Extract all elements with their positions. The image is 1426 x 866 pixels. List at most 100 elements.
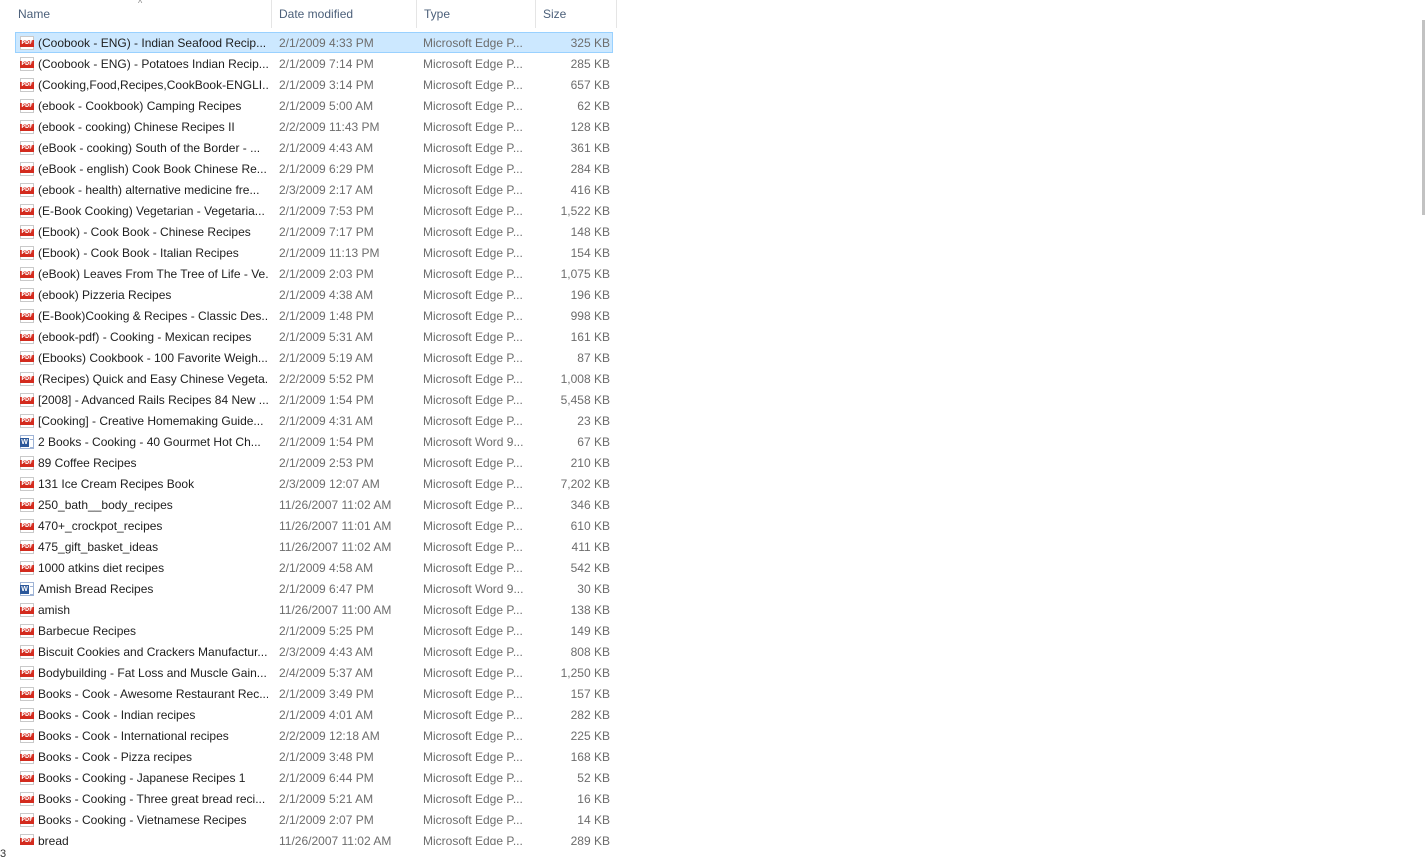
- file-name: (eBook) Leaves From The Tree of Life - V…: [38, 267, 268, 281]
- file-type: Microsoft Edge P...: [423, 393, 523, 407]
- file-name: Books - Cooking - Japanese Recipes 1: [38, 771, 246, 785]
- file-type: Microsoft Word 9...: [423, 435, 524, 449]
- file-name: Books - Cooking - Vietnamese Recipes: [38, 813, 247, 827]
- file-row[interactable]: PDF (eBook - english) Cook Book Chinese R…: [15, 158, 613, 179]
- file-size: 411 KB: [571, 540, 610, 554]
- file-type: Microsoft Edge P...: [423, 645, 523, 659]
- file-row[interactable]: PDF 1000 atkins diet recipes 2/1/2009 4:58…: [15, 557, 613, 578]
- file-date-modified: 2/1/2009 5:25 PM: [279, 624, 374, 638]
- file-row[interactable]: PDF (Coobook - ENG) - Indian Seafood Reci…: [15, 32, 613, 53]
- file-row[interactable]: PDF Books - Cooking - Three great bread r…: [15, 788, 613, 809]
- file-row[interactable]: PDF Barbecue Recipes 2/1/2009 5:25 PM Micro…: [15, 620, 613, 641]
- file-row[interactable]: PDF (Ebooks) Cookbook - 100 Favorite Weig…: [15, 347, 613, 368]
- file-name: 250_bath__body_recipes: [38, 498, 173, 512]
- pdf-icon: PDF: [20, 351, 34, 365]
- file-date-modified: 2/1/2009 7:17 PM: [279, 225, 374, 239]
- file-row[interactable]: PDF (ebook - health) alternative medicine…: [15, 179, 613, 200]
- file-row[interactable]: PDF (E-Book)Cooking & Recipes - Classic D…: [15, 305, 613, 326]
- file-row[interactable]: PDF Books - Cook - Indian recipes 2/1/2009…: [15, 704, 613, 725]
- file-row[interactable]: PDF (Coobook - ENG) - Potatoes Indian Rec…: [15, 53, 613, 74]
- file-date-modified: 2/1/2009 4:01 AM: [279, 708, 374, 722]
- file-row[interactable]: PDF amish 11/26/2007 11:00 AM Microsoft Edg…: [15, 599, 613, 620]
- file-name: [2008] - Advanced Rails Recipes 84 New .…: [38, 393, 268, 407]
- file-name: (Coobook - ENG) - Potatoes Indian Recip.…: [38, 57, 268, 71]
- file-row[interactable]: PDF 89 Coffee Recipes 2/1/2009 2:53 PM Micr…: [15, 452, 613, 473]
- file-name: (ebook - Cookbook) Camping Recipes: [38, 99, 242, 113]
- column-header-size[interactable]: Size: [536, 0, 617, 28]
- file-name: (Ebook) - Cook Book - Italian Recipes: [38, 246, 239, 260]
- file-type: Microsoft Edge P...: [423, 792, 523, 806]
- pdf-icon: PDF: [20, 267, 34, 281]
- file-date-modified: 2/1/2009 5:00 AM: [279, 99, 374, 113]
- file-row[interactable]: PDF Books - Cook - International recipes 2…: [15, 725, 613, 746]
- file-size: 1,008 KB: [560, 372, 610, 386]
- pdf-icon: PDF: [20, 183, 34, 197]
- file-row[interactable]: PDF Books - Cooking - Vietnamese Recipes 2…: [15, 809, 613, 830]
- file-name: (Cooking,Food,Recipes,CookBook-ENGLI...: [38, 78, 268, 92]
- file-row[interactable]: PDF bread 11/26/2007 11:02 AM Microsoft Edg…: [15, 830, 613, 845]
- file-type: Microsoft Edge P...: [423, 666, 523, 680]
- column-header-type[interactable]: Type: [417, 0, 536, 28]
- file-name: (ebook - cooking) Chinese Recipes II: [38, 120, 235, 134]
- file-row[interactable]: PDF (ebook-pdf) - Cooking - Mexican recip…: [15, 326, 613, 347]
- scrollbar-thumb[interactable]: [1422, 20, 1425, 215]
- pdf-icon: PDF: [20, 330, 34, 344]
- file-type: Microsoft Edge P...: [423, 477, 523, 491]
- file-row[interactable]: PDF 131 Ice Cream Recipes Book 2/3/2009 12…: [15, 473, 613, 494]
- vertical-scrollbar[interactable]: [1420, 0, 1426, 866]
- file-name: Biscuit Cookies and Crackers Manufactur.…: [38, 645, 268, 659]
- column-header-date-modified[interactable]: Date modified: [272, 0, 417, 28]
- pdf-icon: PDF: [20, 708, 34, 722]
- pdf-icon: PDF: [20, 624, 34, 638]
- word-icon: W: [20, 435, 34, 449]
- file-size: 161 KB: [570, 330, 610, 344]
- file-row[interactable]: W Amish Bread Recipes 2/1/2009 6:47 PM Micr…: [15, 578, 613, 599]
- file-type: Microsoft Edge P...: [423, 414, 523, 428]
- file-row[interactable]: W 2 Books - Cooking - 40 Gourmet Hot Ch..…: [15, 431, 613, 452]
- pdf-icon: PDF: [20, 372, 34, 386]
- file-date-modified: 2/3/2009 12:07 AM: [279, 477, 380, 491]
- file-row[interactable]: PDF (eBook) Leaves From The Tree of Life …: [15, 263, 613, 284]
- file-row[interactable]: PDF 250_bath__body_recipes 11/26/2007 11:0…: [15, 494, 613, 515]
- file-type: Microsoft Edge P...: [423, 351, 523, 365]
- file-type: Microsoft Edge P...: [423, 120, 523, 134]
- file-name: 475_gift_basket_ideas: [38, 540, 159, 554]
- pdf-icon: PDF: [20, 456, 34, 470]
- pdf-icon: PDF: [20, 519, 34, 533]
- file-row[interactable]: PDF Bodybuilding - Fat Loss and Muscle Ga…: [15, 662, 613, 683]
- file-row[interactable]: PDF 475_gift_basket_ideas 11/26/2007 11:02…: [15, 536, 613, 557]
- file-size: 289 KB: [570, 834, 610, 845]
- file-date-modified: 2/1/2009 4:31 AM: [279, 414, 374, 428]
- file-row[interactable]: PDF (ebook - cooking) Chinese Recipes II 2…: [15, 116, 613, 137]
- file-row[interactable]: PDF (Recipes) Quick and Easy Chinese Vege…: [15, 368, 613, 389]
- file-size: 225 KB: [570, 729, 610, 743]
- file-row[interactable]: PDF (Cooking,Food,Recipes,CookBook-ENGLI.…: [15, 74, 613, 95]
- file-row[interactable]: PDF Biscuit Cookies and Crackers Manufact…: [15, 641, 613, 662]
- pdf-icon: PDF: [20, 57, 34, 71]
- file-row[interactable]: PDF (ebook - Cookbook) Camping Recipes 2/1…: [15, 95, 613, 116]
- file-type: Microsoft Edge P...: [423, 834, 523, 845]
- file-row[interactable]: PDF Books - Cook - Awesome Restaurant Rec…: [15, 683, 613, 704]
- file-size: 1,075 KB: [560, 267, 610, 281]
- file-row[interactable]: PDF Books - Cooking - Japanese Recipes 1 2…: [15, 767, 613, 788]
- file-row[interactable]: PDF (E-Book Cooking) Vegetarian - Vegetar…: [15, 200, 613, 221]
- file-row[interactable]: PDF (eBook - cooking) South of the Border…: [15, 137, 613, 158]
- file-name: (E-Book)Cooking & Recipes - Classic Des.…: [38, 309, 268, 323]
- file-row[interactable]: PDF (ebook) Pizzeria Recipes 2/1/2009 4:38…: [15, 284, 613, 305]
- file-row[interactable]: PDF [Cooking] - Creative Homemaking Guide…: [15, 410, 613, 431]
- file-row[interactable]: PDF (Ebook) - Cook Book - Italian Recipes…: [15, 242, 613, 263]
- file-date-modified: 2/1/2009 1:54 PM: [279, 393, 374, 407]
- file-date-modified: 2/1/2009 6:29 PM: [279, 162, 374, 176]
- file-row[interactable]: PDF Books - Cook - Pizza recipes 2/1/2009 …: [15, 746, 613, 767]
- file-date-modified: 2/3/2009 2:17 AM: [279, 183, 374, 197]
- file-size: 52 KB: [577, 771, 610, 785]
- pdf-icon: PDF: [20, 414, 34, 428]
- pdf-icon: PDF: [20, 99, 34, 113]
- pdf-icon: PDF: [20, 141, 34, 155]
- file-row[interactable]: PDF (Ebook) - Cook Book - Chinese Recipes…: [15, 221, 613, 242]
- file-row[interactable]: PDF 470+_crockpot_recipes 11/26/2007 11:01…: [15, 515, 613, 536]
- file-type: Microsoft Edge P...: [423, 99, 523, 113]
- column-header-name[interactable]: ^ Name: [0, 0, 272, 28]
- pdf-icon: PDF: [20, 540, 34, 554]
- file-row[interactable]: PDF [2008] - Advanced Rails Recipes 84 Ne…: [15, 389, 613, 410]
